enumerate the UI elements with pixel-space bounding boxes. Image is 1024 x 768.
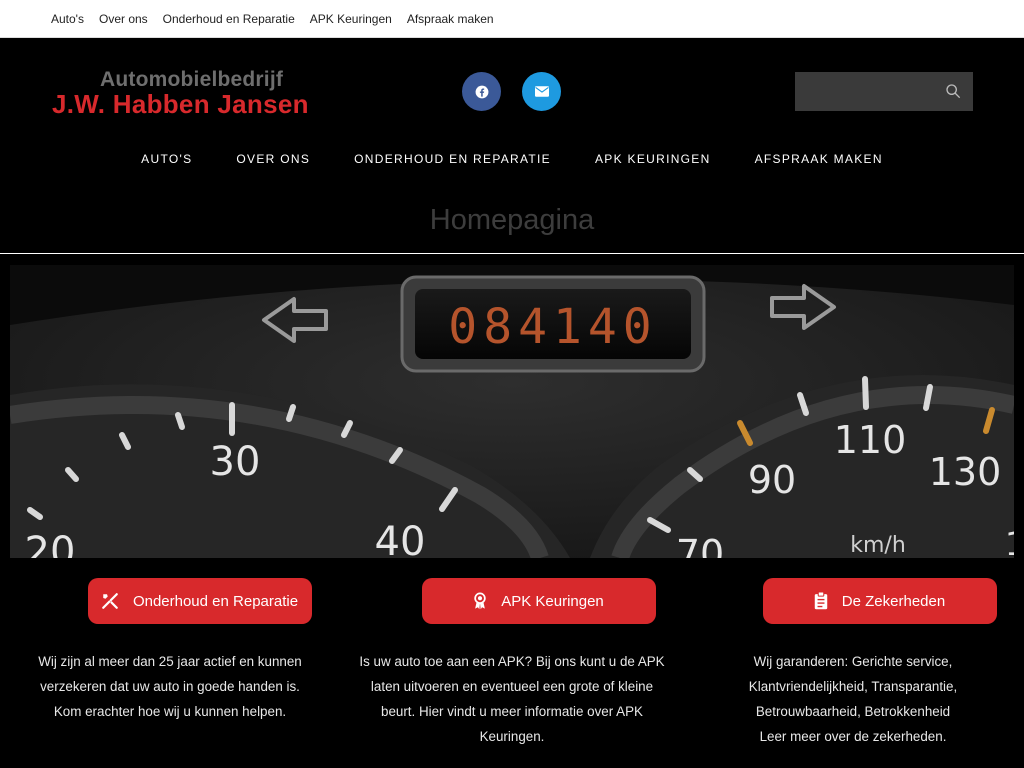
dashboard-illustration: 084140 30 40 20 90 110 130 70 km/h — [10, 265, 1014, 558]
search-input[interactable] — [795, 72, 935, 111]
main-nav-onderhoud[interactable]: ONDERHOUD EN REPARATIE — [354, 152, 551, 166]
envelope-icon — [534, 86, 549, 97]
zekerheden-link[interactable]: Leer meer over de zekerheden. — [683, 724, 1023, 749]
top-nav-list: Auto's Over ons Onderhoud en Reparatie A… — [51, 12, 509, 26]
zekerheden-button-label: De Zekerheden — [841, 592, 946, 610]
feature-onderhoud: Onderhoud en Reparatie Wij zijn al meer … — [0, 578, 340, 724]
feature-apk: APK Keuringen Is uw auto toe aan een APK… — [342, 578, 682, 749]
main-nav-apk[interactable]: APK KEURINGEN — [595, 152, 711, 166]
email-button[interactable] — [522, 72, 561, 111]
main-nav-afspraak[interactable]: AFSPRAAK MAKEN — [755, 152, 883, 166]
facebook-button[interactable] — [462, 72, 501, 111]
text-line: beurt. Hier vindt u meer informatie over… — [381, 704, 643, 719]
feature-zekerheden: De Zekerheden Wij garanderen: Gerichte s… — [683, 578, 1023, 749]
hero-dashboard-image: 084140 30 40 20 90 110 130 70 km/h — [10, 265, 1014, 558]
main-nav-over-ons[interactable]: OVER ONS — [236, 152, 310, 166]
top-nav-afspraak[interactable]: Afspraak maken — [407, 12, 494, 26]
gauge-unit: km/h — [850, 533, 906, 558]
text-line: Klantvriendelijkheid, Transparantie, — [748, 679, 958, 694]
gauge-label-20: 20 — [25, 529, 76, 558]
text-line: laten uitvoeren en eventueel een grote o… — [370, 679, 654, 694]
search-box[interactable] — [795, 72, 973, 111]
gauge-label-40: 40 — [375, 519, 426, 558]
text-line: verzekeren dat uw auto in goede handen i… — [40, 679, 300, 694]
top-nav-over-ons[interactable]: Over ons — [99, 12, 148, 26]
zekerheden-description: Wij garanderen: Gerichte service, Klantv… — [683, 649, 1023, 749]
onderhoud-button-label: Onderhoud en Reparatie — [132, 592, 299, 610]
site-header: Automobielbedrijf J.W. Habben Jansen AUT… — [0, 39, 1024, 254]
gauge-edge-label: 15 — [1005, 525, 1014, 558]
clipboard-icon — [814, 592, 828, 610]
gauge-label-70: 70 — [676, 532, 724, 558]
facebook-icon — [475, 85, 488, 98]
onderhoud-reparatie-button[interactable]: Onderhoud en Reparatie — [87, 578, 312, 624]
top-nav-apk[interactable]: APK Keuringen — [310, 12, 392, 26]
site-logo[interactable]: Automobielbedrijf J.W. Habben Jansen — [52, 68, 372, 119]
text-line: Keuringen. — [479, 729, 545, 744]
apk-description: Is uw auto toe aan een APK? Bij ons kunt… — [342, 649, 682, 749]
gauge-label-90: 90 — [748, 458, 796, 502]
text-line: Wij garanderen: Gerichte service, — [753, 654, 953, 669]
gauge-label-110: 110 — [834, 418, 907, 462]
main-navigation: AUTO'S OVER ONS ONDERHOUD EN REPARATIE A… — [0, 152, 1024, 166]
zekerheden-button[interactable]: De Zekerheden — [762, 578, 997, 624]
apk-keuringen-button[interactable]: APK Keuringen — [421, 578, 656, 624]
text-line: Kom erachter hoe wij u kunnen helpen. — [53, 704, 287, 719]
onderhoud-description: Wij zijn al meer dan 25 jaar actief en k… — [0, 649, 340, 724]
top-nav-autos[interactable]: Auto's — [51, 12, 84, 26]
text-line: Wij zijn al meer dan 25 jaar actief en k… — [38, 654, 302, 669]
top-nav-onderhoud[interactable]: Onderhoud en Reparatie — [163, 12, 295, 26]
gauge-label-30: 30 — [210, 439, 261, 485]
apk-button-label: APK Keuringen — [501, 592, 604, 610]
text-line: Betrouwbaarheid, Betrokkenheid — [755, 704, 951, 719]
top-navigation-bar: Auto's Over ons Onderhoud en Reparatie A… — [0, 0, 1024, 38]
search-icon[interactable] — [945, 83, 961, 99]
main-nav-autos[interactable]: AUTO'S — [141, 152, 192, 166]
tools-icon — [102, 593, 118, 609]
logo-line-2: J.W. Habben Jansen — [52, 89, 309, 119]
text-line: Is uw auto toe aan een APK? Bij ons kunt… — [359, 654, 665, 669]
award-icon — [474, 592, 486, 610]
gauge-label-130: 130 — [929, 450, 1002, 494]
odometer-readout: 084140 — [448, 299, 657, 355]
page-title: Homepagina — [429, 204, 595, 236]
